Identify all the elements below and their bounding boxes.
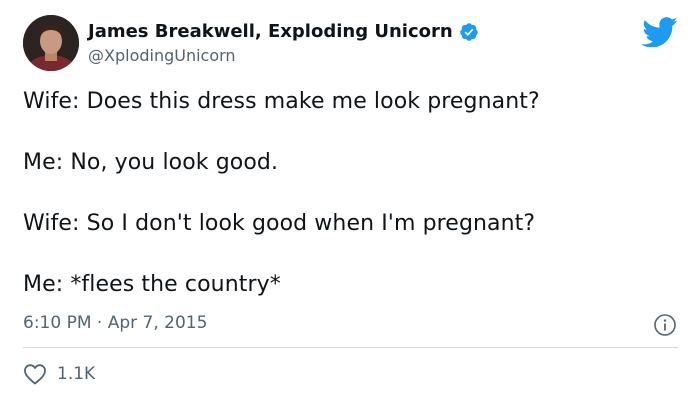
tweet-line-2: Me: No, you look good. [23, 150, 279, 175]
tweet-timestamp[interactable]: 6:10 PM · Apr 7, 2015 [23, 313, 207, 333]
divider [23, 347, 678, 348]
tweet-card: James Breakwell, Exploding Unicorn @Xplo… [0, 0, 700, 402]
author-display-name[interactable]: James Breakwell, Exploding Unicorn [88, 21, 453, 42]
verified-badge-icon [459, 22, 478, 41]
tweet-line-4: Me: *flees the country* [23, 272, 281, 297]
heart-icon[interactable] [23, 363, 47, 385]
author-name-row[interactable]: James Breakwell, Exploding Unicorn [88, 21, 479, 42]
profile-photo [23, 15, 79, 71]
timestamp-separator: · [96, 313, 103, 333]
tweet-date[interactable]: Apr 7, 2015 [108, 313, 208, 333]
like-button[interactable]: 1.1K [23, 363, 95, 385]
avatar[interactable] [23, 15, 79, 71]
tweet-line-1: Wife: Does this dress make me look pregn… [23, 89, 540, 114]
author-handle[interactable]: @XplodingUnicorn [88, 46, 236, 65]
like-count: 1.1K [57, 364, 96, 384]
tweet-line-3: Wife: So I don't look good when I'm preg… [23, 211, 536, 236]
tweet-time[interactable]: 6:10 PM [23, 313, 92, 333]
info-icon[interactable] [653, 313, 677, 337]
twitter-bird-icon[interactable] [642, 17, 678, 47]
